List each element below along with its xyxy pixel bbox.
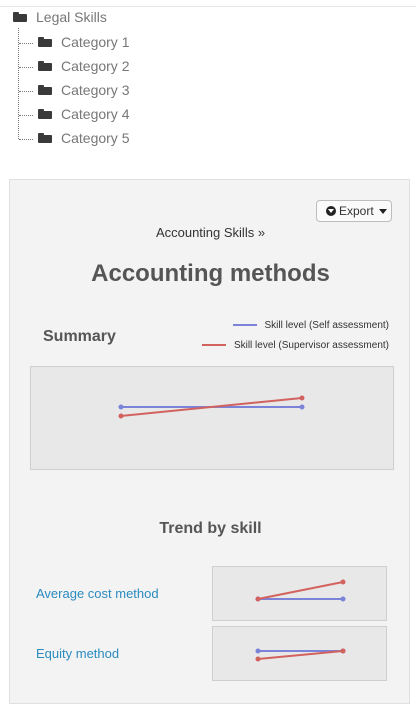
summary-chart (30, 366, 394, 470)
caret-down-icon (379, 209, 387, 214)
data-point-0-0[interactable] (255, 648, 261, 654)
export-label: Export (339, 204, 374, 218)
legend-supervisor-assessment[interactable]: Skill level (Supervisor assessment) (201, 340, 389, 351)
folder-icon (38, 133, 52, 143)
data-point-1-1[interactable] (340, 648, 346, 654)
data-point-0-0[interactable] (118, 404, 124, 410)
summary-chart-svg (118, 395, 305, 419)
legend-label: Skill level (Supervisor assessment) (233, 340, 389, 351)
data-point-1-1[interactable] (340, 579, 346, 585)
folder-icon (13, 12, 27, 22)
tree-item-category-1[interactable]: Category 1 (61, 34, 129, 50)
tree-branch (19, 67, 33, 68)
average-cost-chart (212, 566, 387, 621)
legend-self-assessment[interactable]: Skill level (Self assessment) (232, 320, 389, 331)
tree-item-category-2[interactable]: Category 2 (61, 58, 129, 74)
tree-item-category-5[interactable]: Category 5 (61, 130, 129, 146)
legend-label: Skill level (Self assessment) (264, 320, 389, 331)
summary-heading: Summary (43, 328, 116, 345)
tree-branch (19, 115, 33, 116)
data-point-1-1[interactable] (299, 395, 305, 401)
tree-branch (19, 91, 33, 92)
folder-icon (38, 85, 52, 95)
series-line-1 (257, 650, 344, 660)
export-button[interactable]: Export (316, 200, 392, 222)
tree-connector (18, 28, 19, 139)
folder-icon (38, 61, 52, 71)
tree-root-label[interactable]: Legal Skills (36, 9, 107, 25)
tree-branch (19, 139, 33, 140)
trend-heading: Trend by skill (159, 520, 262, 537)
data-point-1-0[interactable] (118, 413, 124, 419)
series-line-1 (257, 581, 344, 600)
tree-branch (19, 43, 33, 44)
tree-item-category-4[interactable]: Category 4 (61, 106, 129, 122)
download-icon (326, 206, 336, 216)
legend-swatch (201, 344, 226, 347)
data-point-1-0[interactable] (255, 656, 261, 662)
folder-icon (38, 37, 52, 47)
data-point-0-1[interactable] (299, 404, 305, 410)
breadcrumb[interactable]: Accounting Skills » (10, 225, 411, 240)
category-tree: Legal Skills Category 1 Category 2 Categ… (0, 0, 416, 160)
data-point-0-1[interactable] (340, 596, 346, 602)
skill-link-equity-method[interactable]: Equity method (36, 646, 119, 661)
skill-report-panel: Export Accounting Skills » Accounting me… (9, 179, 410, 704)
folder-icon (38, 109, 52, 119)
data-point-1-0[interactable] (255, 596, 261, 602)
tree-item-category-3[interactable]: Category 3 (61, 82, 129, 98)
skill-link-average-cost-method[interactable]: Average cost method (36, 586, 159, 601)
page-title: Accounting methods (91, 260, 330, 287)
equity-method-chart-svg (255, 648, 346, 662)
average-cost-chart-svg (255, 579, 346, 602)
legend-swatch (232, 324, 257, 327)
equity-method-chart (212, 626, 387, 681)
